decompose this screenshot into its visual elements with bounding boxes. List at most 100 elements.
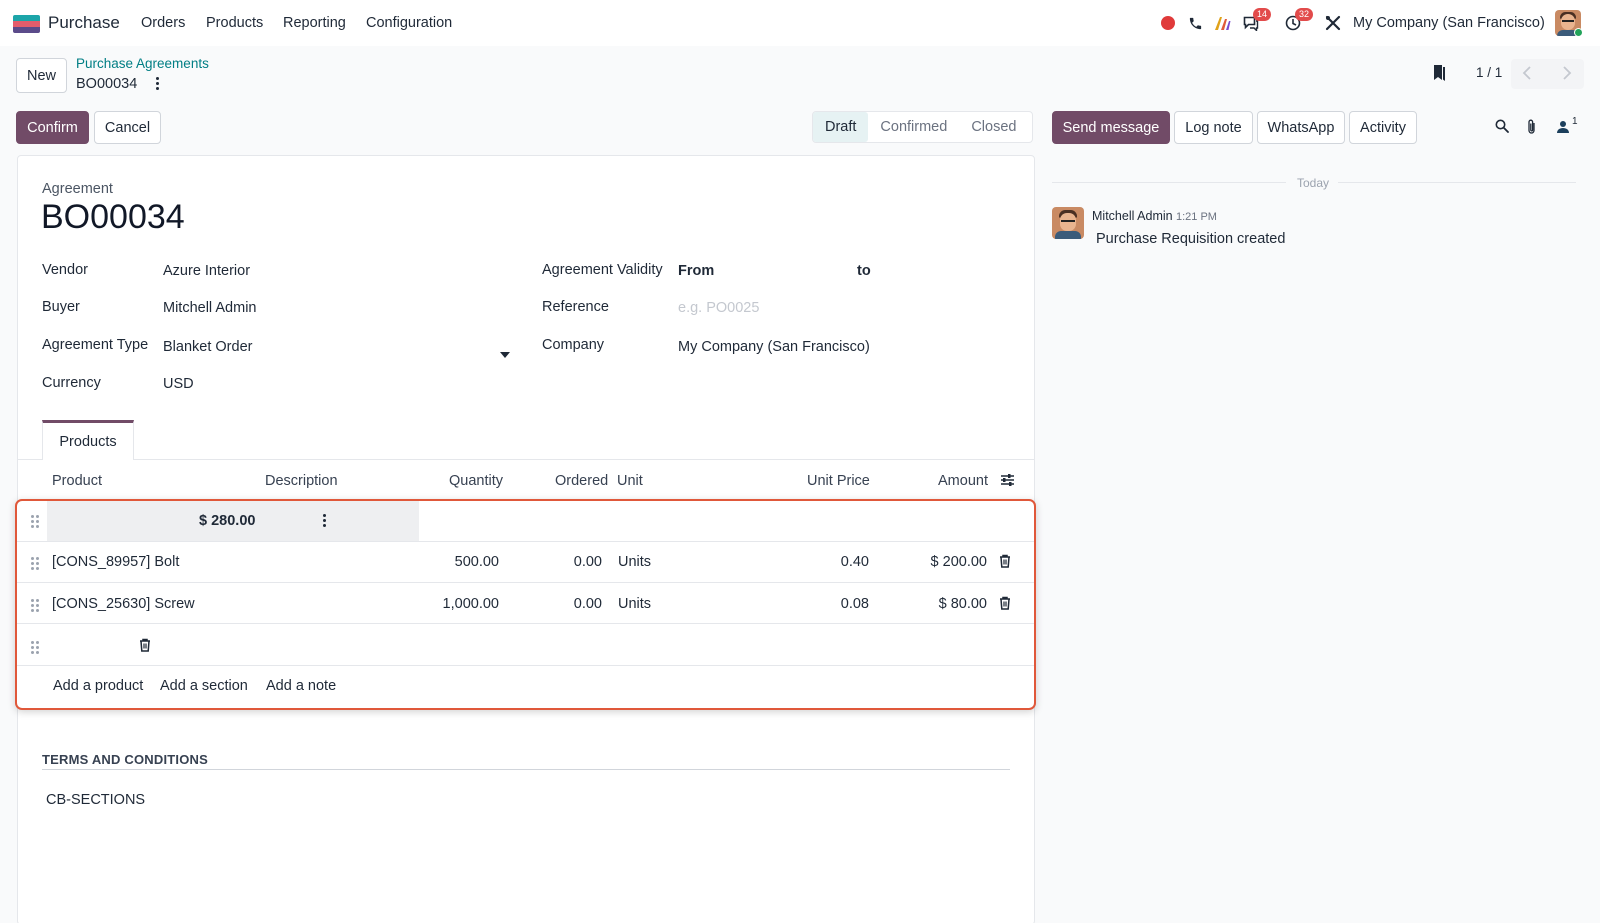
date-divider-right: [1338, 182, 1576, 183]
section-menu-kebab-icon[interactable]: [321, 514, 327, 528]
order-lines-table: $ 280.00 [CONS_89957] Bolt 500.00 0.00 U…: [15, 499, 1036, 710]
record-actions-kebab-icon[interactable]: [154, 77, 160, 91]
line-product[interactable]: [CONS_25630] Screw: [52, 596, 195, 612]
messages-icon[interactable]: 14: [1242, 8, 1271, 32]
date-divider-label: Today: [1297, 176, 1330, 190]
drag-handle-icon[interactable]: [31, 599, 39, 612]
status-closed[interactable]: Closed: [959, 112, 1028, 142]
status-bar: Draft Confirmed Closed: [812, 111, 1033, 143]
top-navbar: Purchase Orders Products Reporting Confi…: [0, 0, 1600, 46]
pager-next-icon[interactable]: [1559, 65, 1573, 84]
line-quantity[interactable]: 500.00: [455, 554, 499, 570]
delete-line-trash-icon[interactable]: [139, 638, 151, 652]
column-amount[interactable]: Amount: [938, 473, 988, 489]
pager-buttons: [1511, 59, 1584, 89]
company-label: Company: [542, 337, 605, 353]
status-draft[interactable]: Draft: [813, 112, 869, 142]
column-product[interactable]: Product: [52, 473, 102, 489]
debug-tools-icon[interactable]: [1324, 14, 1342, 32]
line-amount: $ 200.00: [930, 554, 987, 570]
messages-badge: 14: [1252, 8, 1271, 21]
validity-to-label: to: [857, 263, 871, 279]
column-unit-price[interactable]: Unit Price: [807, 473, 870, 489]
record-icon[interactable]: [1159, 14, 1177, 32]
message-author-avatar[interactable]: [1052, 207, 1084, 239]
menu-reporting[interactable]: Reporting: [283, 15, 346, 31]
validity-label: Agreement Validity: [542, 262, 663, 278]
line-unit[interactable]: Units: [618, 554, 651, 570]
column-settings-icon[interactable]: [1000, 473, 1015, 490]
log-note-button[interactable]: Log note: [1174, 111, 1253, 144]
bookmark-icon[interactable]: [1432, 64, 1447, 85]
column-quantity[interactable]: Quantity: [449, 473, 503, 489]
column-unit[interactable]: Unit: [617, 473, 643, 489]
pager-value[interactable]: 1 / 1: [1476, 65, 1502, 80]
line-ordered: 0.00: [573, 554, 602, 570]
add-section-link[interactable]: Add a section: [160, 678, 248, 694]
agreement-type-label: Agreement Type: [42, 337, 149, 353]
terms-divider: [42, 769, 1010, 770]
validity-from-input[interactable]: [722, 260, 850, 282]
app-name[interactable]: Purchase: [48, 13, 120, 33]
cancel-button[interactable]: Cancel: [94, 111, 161, 144]
activities-badge: 32: [1294, 8, 1313, 21]
breadcrumb-current: BO00034: [76, 76, 138, 92]
buyer-label: Buyer: [42, 299, 80, 315]
terms-text[interactable]: CB-SECTIONS: [46, 792, 145, 808]
pager-prev-icon[interactable]: [1521, 65, 1535, 84]
caret-down-icon[interactable]: [500, 345, 510, 361]
validity-from-label: From: [678, 263, 715, 279]
new-button[interactable]: New: [16, 58, 67, 93]
status-confirmed[interactable]: Confirmed: [868, 112, 959, 142]
currency-field[interactable]: USD: [163, 376, 194, 392]
ai-assistant-icon[interactable]: [1213, 14, 1231, 32]
record-subtitle: Agreement: [42, 181, 113, 197]
date-divider-left: [1052, 182, 1286, 183]
online-status-dot: [1574, 28, 1583, 37]
message-author[interactable]: Mitchell Admin: [1092, 209, 1173, 223]
column-description[interactable]: Description: [265, 473, 338, 489]
company-field[interactable]: My Company (San Francisco): [678, 339, 870, 355]
menu-products[interactable]: Products: [206, 15, 263, 31]
line-product[interactable]: [CONS_89957] Bolt: [52, 554, 179, 570]
section-total: $ 280.00: [199, 513, 256, 529]
followers-icon[interactable]: [1556, 120, 1570, 137]
menu-configuration[interactable]: Configuration: [366, 15, 452, 31]
line-unit[interactable]: Units: [618, 596, 651, 612]
line-unit-price[interactable]: 0.40: [841, 554, 869, 570]
tab-products[interactable]: Products: [42, 420, 134, 460]
delete-line-trash-icon[interactable]: [999, 554, 1011, 568]
send-message-button[interactable]: Send message: [1052, 111, 1170, 144]
line-unit-price[interactable]: 0.08: [841, 596, 869, 612]
phone-icon[interactable]: [1186, 14, 1204, 32]
column-ordered[interactable]: Ordered: [555, 473, 608, 489]
vendor-label: Vendor: [42, 262, 88, 278]
terms-heading: TERMS AND CONDITIONS: [42, 752, 209, 767]
activities-clock-icon[interactable]: 32: [1284, 8, 1313, 32]
menu-orders[interactable]: Orders: [141, 15, 185, 31]
line-quantity[interactable]: 1,000.00: [443, 596, 499, 612]
delete-line-trash-icon[interactable]: [999, 596, 1011, 610]
confirm-button[interactable]: Confirm: [16, 111, 89, 144]
line-ordered: 0.00: [573, 596, 602, 612]
validity-to-input[interactable]: [875, 260, 1005, 282]
line-amount: $ 80.00: [938, 596, 987, 612]
whatsapp-button[interactable]: WhatsApp: [1257, 111, 1345, 144]
paperclip-icon[interactable]: [1526, 119, 1537, 138]
drag-handle-icon[interactable]: [31, 515, 39, 528]
search-icon[interactable]: [1495, 119, 1509, 136]
add-note-link[interactable]: Add a note: [266, 678, 336, 694]
breadcrumb-parent[interactable]: Purchase Agreements: [76, 56, 209, 71]
drag-handle-icon[interactable]: [31, 557, 39, 570]
drag-handle-icon[interactable]: [31, 641, 39, 654]
purchase-app-icon[interactable]: [13, 15, 40, 33]
agreement-type-select[interactable]: Blanket Order: [163, 339, 252, 355]
vendor-field[interactable]: Azure Interior: [163, 263, 250, 279]
reference-input[interactable]: e.g. PO0025: [678, 300, 759, 316]
buyer-field[interactable]: Mitchell Admin: [163, 300, 256, 316]
company-switcher[interactable]: My Company (San Francisco): [1353, 15, 1545, 31]
tab-underline: [17, 459, 1035, 460]
add-product-link[interactable]: Add a product: [53, 678, 143, 694]
record-title[interactable]: BO00034: [41, 198, 185, 237]
activity-button[interactable]: Activity: [1349, 111, 1417, 144]
